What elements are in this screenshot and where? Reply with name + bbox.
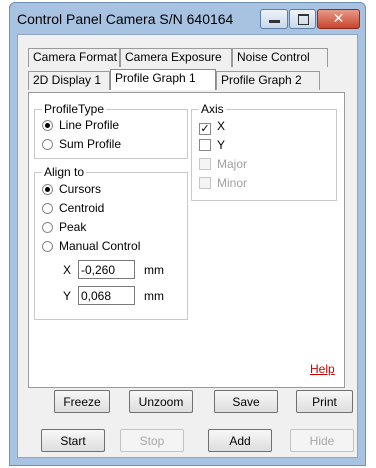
x-unit-label: mm <box>144 263 164 277</box>
radio-centroid[interactable]: Centroid <box>42 200 104 216</box>
radio-icon <box>42 222 53 233</box>
radio-line-profile[interactable]: Line Profile <box>42 117 119 133</box>
tab-noise-control[interactable]: Noise Control <box>232 48 328 67</box>
start-button[interactable]: Start <box>41 429 105 452</box>
radio-peak[interactable]: Peak <box>42 219 86 235</box>
maximize-icon <box>298 14 309 25</box>
radio-sum-profile[interactable]: Sum Profile <box>42 136 121 152</box>
close-icon: ✕ <box>332 11 345 27</box>
x-label: X <box>63 263 72 277</box>
help-link[interactable]: Help <box>310 362 335 376</box>
align-to-group: Align to Cursors Centroid Peak Manual Co… <box>34 165 188 320</box>
radio-manual-control[interactable]: Manual Control <box>42 238 140 254</box>
checkbox-axis-y[interactable]: Y <box>199 137 225 153</box>
profile-graph-panel: ProfileType Line Profile Sum Profile Axi… <box>28 92 345 388</box>
print-button[interactable]: Print <box>296 390 353 413</box>
unzoom-button[interactable]: Unzoom <box>129 390 193 413</box>
radio-icon <box>42 241 53 252</box>
control-panel-window: Control Panel Camera S/N 640164 ✕ Camera… <box>9 2 366 466</box>
radio-selected-icon <box>42 184 53 195</box>
close-button[interactable]: ✕ <box>317 9 360 29</box>
maximize-button[interactable] <box>289 9 316 29</box>
add-button[interactable]: Add <box>208 429 272 452</box>
checkbox-axis-minor[interactable]: Minor <box>199 175 247 191</box>
checkbox-icon <box>199 158 211 170</box>
tab-profile-graph-2[interactable]: Profile Graph 2 <box>216 71 320 90</box>
minimize-button[interactable] <box>260 9 288 29</box>
tab-camera-exposure[interactable]: Camera Exposure <box>120 48 232 67</box>
save-button[interactable]: Save <box>214 390 278 413</box>
client-area: Camera Format Camera Exposure Noise Cont… <box>17 34 358 458</box>
profile-type-group: ProfileType Line Profile Sum Profile <box>34 102 188 159</box>
checkmark-icon: ✓ <box>199 123 211 135</box>
axis-group: Axis ✓ X Y Major Minor <box>191 102 337 201</box>
y-unit-label: mm <box>144 289 164 303</box>
hide-button[interactable]: Hide <box>290 429 354 452</box>
tab-2d-display-1[interactable]: 2D Display 1 <box>28 71 110 90</box>
radio-icon <box>42 139 53 150</box>
window-title: Control Panel Camera S/N 640164 <box>17 11 234 27</box>
tab-camera-format[interactable]: Camera Format <box>28 48 120 67</box>
align-to-legend: Align to <box>42 165 87 179</box>
checkbox-axis-major[interactable]: Major <box>199 156 247 172</box>
y-position-input[interactable] <box>78 286 135 305</box>
y-label: Y <box>63 289 72 303</box>
checkbox-icon <box>199 139 211 151</box>
x-position-input[interactable] <box>78 260 135 279</box>
profile-type-legend: ProfileType <box>42 102 107 116</box>
axis-legend: Axis <box>199 102 226 116</box>
title-bar[interactable]: Control Panel Camera S/N 640164 ✕ <box>10 3 365 35</box>
freeze-button[interactable]: Freeze <box>54 390 110 413</box>
radio-cursors[interactable]: Cursors <box>42 181 101 197</box>
checkbox-icon <box>199 177 211 189</box>
minimize-icon <box>269 20 280 23</box>
checkbox-axis-x[interactable]: ✓ X <box>199 118 225 135</box>
stop-button[interactable]: Stop <box>120 429 184 452</box>
radio-icon <box>42 203 53 214</box>
radio-selected-icon <box>42 120 53 131</box>
tab-profile-graph-1[interactable]: Profile Graph 1 <box>110 69 216 90</box>
